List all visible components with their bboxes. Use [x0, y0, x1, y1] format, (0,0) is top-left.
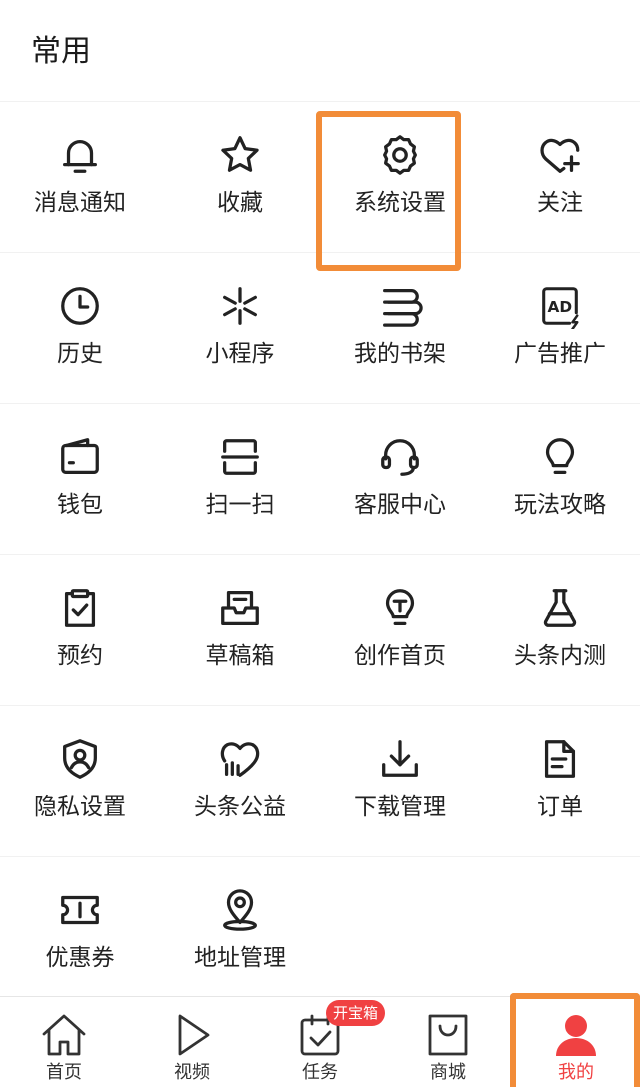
wallet-icon	[56, 433, 104, 481]
grid-item-address-manager[interactable]: 地址管理	[160, 856, 320, 1007]
mini-program-icon	[216, 282, 264, 330]
grid-item-download-manager[interactable]: 下载管理	[320, 705, 480, 856]
grid-item-label: 钱包	[57, 492, 103, 518]
user-icon	[551, 1011, 601, 1059]
grid-item-bookshelf[interactable]: 我的书架	[320, 252, 480, 403]
star-icon	[216, 131, 264, 179]
tab-mall[interactable]: 商城	[384, 997, 512, 1087]
grid-row: 预约 草稿箱 创作首页 头条内测	[0, 554, 640, 705]
grid-item-creator-home[interactable]: 创作首页	[320, 554, 480, 705]
grid-row: 消息通知 收藏 系统设置 关注	[0, 101, 640, 252]
grid-item-customer-service[interactable]: 客服中心	[320, 403, 480, 554]
tab-label: 我的	[558, 1062, 594, 1083]
heart-plus-icon	[536, 131, 584, 179]
gear-icon	[376, 131, 424, 179]
grid-item-gameplay-guide[interactable]: 玩法攻略	[480, 403, 640, 554]
grid-item-label: 关注	[537, 190, 583, 216]
grid-item-label: 系统设置	[354, 190, 446, 216]
grid-item-history[interactable]: 历史	[0, 252, 160, 403]
treasure-box-badge[interactable]: 开宝箱	[326, 1000, 386, 1026]
grid-item-label: 广告推广	[514, 341, 606, 367]
drafts-tray-icon	[216, 584, 264, 632]
grid-item-label: 草稿箱	[205, 643, 275, 669]
grid-item-orders[interactable]: 订单	[480, 705, 640, 856]
grid-item-label: 隐私设置	[34, 794, 126, 820]
grid-item-drafts[interactable]: 草稿箱	[160, 554, 320, 705]
section-title: 常用	[31, 34, 91, 69]
tab-label: 商城	[430, 1062, 466, 1083]
tab-home[interactable]: 首页	[0, 997, 128, 1087]
flask-icon	[536, 584, 584, 632]
grid-item-mini-programs[interactable]: 小程序	[160, 252, 320, 403]
grid-item-label: 头条公益	[194, 794, 286, 820]
bottom-tab-bar: 首页 视频 任务 商城 我的	[0, 996, 640, 1087]
grid-item-label: 我的书架	[354, 341, 446, 367]
grid-item-label: 优惠券	[45, 945, 115, 971]
grid-item-label: 收藏	[217, 190, 263, 216]
page: 常用 消息通知 收藏 系统设置 关注 历史 小程序 我的书架 AD 广告推广 钱…	[0, 0, 640, 1087]
grid-row: 历史 小程序 我的书架 AD 广告推广	[0, 252, 640, 403]
grid-item-label: 预约	[57, 643, 103, 669]
grid-item-ad-promotion[interactable]: AD 广告推广	[480, 252, 640, 403]
grid-item-label: 历史	[57, 341, 103, 367]
grid-item-label: 订单	[537, 794, 583, 820]
grid-item-label: 地址管理	[194, 945, 286, 971]
svg-text:AD: AD	[548, 298, 573, 316]
grid-item-favorites[interactable]: 收藏	[160, 101, 320, 252]
tab-me[interactable]: 我的	[512, 997, 640, 1087]
tab-video[interactable]: 视频	[128, 997, 256, 1087]
play-icon	[167, 1011, 217, 1059]
grid-item-label: 玩法攻略	[514, 492, 606, 518]
home-icon	[39, 1011, 89, 1059]
bell-icon	[56, 131, 104, 179]
clock-icon	[56, 282, 104, 330]
grid-item-beta-test[interactable]: 头条内测	[480, 554, 640, 705]
download-icon	[376, 735, 424, 783]
grid-row: 钱包 扫一扫 客服中心 玩法攻略	[0, 403, 640, 554]
charity-heart-icon	[216, 735, 264, 783]
grid-item-scan[interactable]: 扫一扫	[160, 403, 320, 554]
shopping-bag-icon	[423, 1011, 473, 1059]
grid-item-notifications[interactable]: 消息通知	[0, 101, 160, 252]
location-pin-icon	[216, 886, 264, 934]
shield-user-icon	[56, 735, 104, 783]
headset-icon	[376, 433, 424, 481]
grid-item-follow[interactable]: 关注	[480, 101, 640, 252]
coupon-icon	[56, 886, 104, 934]
clipboard-check-icon	[56, 584, 104, 632]
ad-icon: AD	[536, 282, 584, 330]
grid-item-charity[interactable]: 头条公益	[160, 705, 320, 856]
tab-label: 视频	[174, 1062, 210, 1083]
lightbulb-icon	[536, 433, 584, 481]
grid-item-label: 下载管理	[354, 794, 446, 820]
grid-item-system-settings[interactable]: 系统设置	[320, 101, 480, 252]
grid-item-coupons[interactable]: 优惠券	[0, 856, 160, 1007]
grid-item-privacy-settings[interactable]: 隐私设置	[0, 705, 160, 856]
grid-item-label: 客服中心	[354, 492, 446, 518]
tab-label: 首页	[46, 1062, 82, 1083]
document-icon	[536, 735, 584, 783]
grid-item-label: 消息通知	[34, 190, 126, 216]
grid-row: 隐私设置 头条公益 下载管理 订单	[0, 705, 640, 856]
creator-bulb-icon	[376, 584, 424, 632]
grid-item-wallet[interactable]: 钱包	[0, 403, 160, 554]
grid-item-label: 创作首页	[354, 643, 446, 669]
bookshelf-icon	[376, 282, 424, 330]
grid-item-label: 头条内测	[514, 643, 606, 669]
grid-item-reservations[interactable]: 预约	[0, 554, 160, 705]
grid-item-label: 扫一扫	[205, 492, 275, 518]
shortcut-grid: 消息通知 收藏 系统设置 关注 历史 小程序 我的书架 AD 广告推广 钱包 扫…	[0, 101, 640, 1007]
scan-icon	[216, 433, 264, 481]
grid-row: 优惠券 地址管理	[0, 856, 640, 1007]
tab-label: 任务	[302, 1062, 338, 1083]
grid-item-label: 小程序	[205, 341, 275, 367]
